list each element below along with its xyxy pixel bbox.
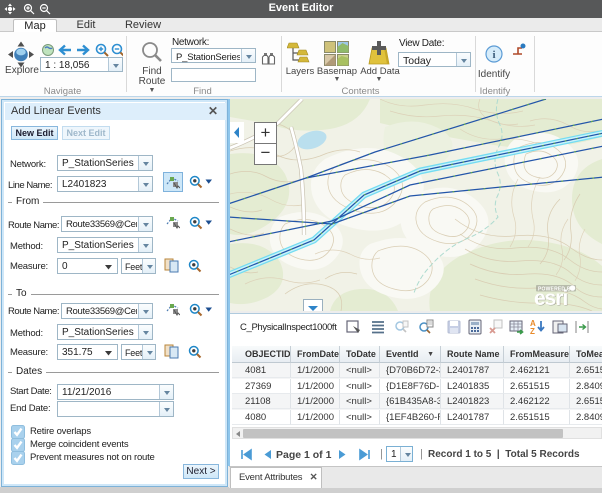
- svg-text:i: i: [492, 49, 495, 61]
- svg-text:Z: Z: [530, 327, 535, 335]
- svg-text:esri: esri: [534, 287, 568, 310]
